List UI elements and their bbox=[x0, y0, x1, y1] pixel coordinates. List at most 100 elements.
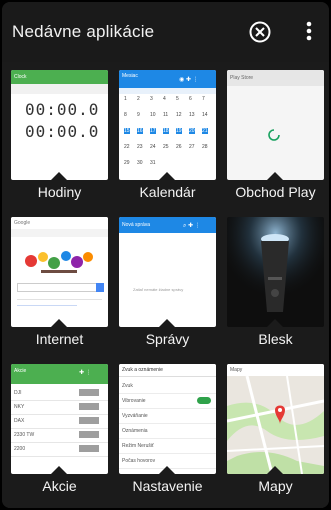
calendar-day: 14 bbox=[202, 112, 208, 118]
app-label: Nastavenie bbox=[132, 478, 203, 494]
stock-symbol: 2200 bbox=[14, 446, 26, 452]
empty-messages-text: Zatiaľ nemáte žiadne správy bbox=[133, 287, 184, 292]
stock-row: DAX bbox=[11, 414, 108, 429]
card-notch bbox=[51, 466, 67, 474]
app-label: Akcie bbox=[42, 478, 77, 494]
calendar-day: 11 bbox=[163, 112, 169, 118]
stock-row: 2330 TW bbox=[11, 428, 108, 443]
app-card-spravy[interactable]: Nová správa ⌕ ✚ ⋮ Zatiaľ nemáte žiadne s… bbox=[119, 217, 216, 359]
app-card-nastavenie[interactable]: Zvuk a oznámenie Zvuk Vibrovanie Vyzváňani… bbox=[119, 364, 216, 506]
settings-row-label: Vyzváňanie bbox=[122, 413, 148, 419]
settings-row-label: Oznámenia bbox=[122, 428, 148, 434]
calendar-day: 29 bbox=[124, 160, 130, 166]
calendar-grid: 1 2 3 4 5 6 7 8 9 10 11 12 13 14 15 16 17 18 19 20 21 22 23 24 2… bbox=[119, 96, 216, 180]
calendar-day: 1 bbox=[124, 96, 127, 102]
card-notch bbox=[267, 466, 283, 474]
calendar-day: 10 bbox=[150, 112, 156, 118]
thumb-app-bar: Mesiac ◉ ✚ ⋮ bbox=[119, 70, 216, 88]
card-notch bbox=[267, 172, 283, 180]
app-thumbnail: Google bbox=[11, 217, 108, 327]
app-card-internet[interactable]: Google Internet bbox=[11, 217, 108, 359]
flashlight-icon bbox=[227, 217, 324, 327]
stopwatch-time: 00:00.0 bbox=[25, 100, 100, 119]
calendar-day: 17 bbox=[150, 128, 156, 134]
app-card-hodiny[interactable]: Clock 00:00.0 00:00.0 Hodiny bbox=[11, 70, 108, 212]
calendar-day: 26 bbox=[176, 144, 182, 150]
calendar-day: 8 bbox=[124, 112, 127, 118]
calendar-day: 12 bbox=[176, 112, 182, 118]
stock-symbol: 2330 TW bbox=[14, 432, 35, 438]
stock-list: DJI NKY DAX 2330 TW 2200 bbox=[11, 386, 108, 474]
calendar-day: 4 bbox=[163, 96, 166, 102]
calendar-day: 19 bbox=[176, 128, 182, 134]
settings-row-label: Zvuk bbox=[122, 383, 133, 389]
thumb-bar-title: Akcie bbox=[14, 368, 27, 374]
calendar-day: 20 bbox=[189, 128, 195, 134]
app-card-akcie[interactable]: Akcie ✚ ⋮ DJI NKY DAX 2330 TW 2200 Akcie bbox=[11, 364, 108, 506]
stock-row: DJI bbox=[11, 386, 108, 401]
close-circle-icon bbox=[249, 21, 271, 43]
app-card-kalendar[interactable]: Mesiac ◉ ✚ ⋮ 1 2 3 4 5 6 7 8 9 10 11 12 13 14 15 16 17 18… bbox=[119, 70, 216, 212]
stock-row: 2200 bbox=[11, 442, 108, 457]
calendar-day: 31 bbox=[150, 160, 156, 166]
calendar-day: 2 bbox=[137, 96, 140, 102]
app-label: Kalendár bbox=[139, 184, 196, 200]
more-vert-icon bbox=[306, 21, 312, 41]
app-thumbnail: Nová správa ⌕ ✚ ⋮ Zatiaľ nemáte žiadne s… bbox=[119, 217, 216, 327]
settings-row-label: Počas hovorov bbox=[122, 458, 156, 464]
search-field bbox=[17, 283, 97, 292]
app-label: Blesk bbox=[258, 331, 293, 347]
app-label: Mapy bbox=[258, 478, 293, 494]
app-label: Internet bbox=[35, 331, 84, 347]
more-options-button[interactable] bbox=[302, 18, 316, 44]
thumb-tabs bbox=[11, 84, 108, 94]
close-all-button[interactable] bbox=[248, 20, 272, 44]
browser-tabs bbox=[11, 229, 108, 237]
thumb-bar-icons: ⌕ ✚ ⋮ bbox=[183, 223, 201, 229]
recent-apps-screen: Nedávne aplikácie Clock 00:00.0 00:00.0 … bbox=[2, 2, 329, 508]
search-icon bbox=[96, 283, 104, 292]
settings-row-label: Vibrovanie bbox=[122, 398, 146, 404]
card-notch bbox=[267, 319, 283, 327]
stock-change-chip bbox=[79, 389, 99, 396]
stock-symbol: NKY bbox=[14, 404, 25, 410]
app-card-mapy[interactable]: Mapy Mapy bbox=[227, 364, 324, 506]
thumb-bar-title: Play Store bbox=[230, 75, 254, 81]
card-notch bbox=[159, 319, 175, 327]
app-thumbnail: Mesiac ◉ ✚ ⋮ 1 2 3 4 5 6 7 8 9 10 11 12 13 14 15 16 17 18… bbox=[119, 70, 216, 180]
calendar-day: 22 bbox=[124, 144, 130, 150]
app-card-obchod-play[interactable]: Play Store Obchod Play bbox=[227, 70, 324, 212]
app-thumbnail: Mapy bbox=[227, 364, 324, 474]
thumb-app-bar: Nová správa ⌕ ✚ ⋮ bbox=[119, 217, 216, 233]
thumb-app-bar: Akcie ✚ ⋮ bbox=[11, 364, 108, 384]
settings-row: Oznámenia bbox=[119, 423, 216, 439]
settings-list: Zvuk Vibrovanie Vyzváňanie Oznámenia Režim N… bbox=[119, 378, 216, 474]
stopwatch-time: 00:00.0 bbox=[25, 122, 100, 141]
thumb-bar-title: Mapy bbox=[230, 367, 243, 373]
thumb-bar-icons: ◉ ✚ ⋮ bbox=[179, 77, 199, 83]
thumb-app-bar: Zvuk a oznámenie bbox=[119, 364, 216, 377]
thumb-bar-title: Zvuk a oznámenie bbox=[122, 367, 163, 373]
map-view bbox=[227, 376, 324, 474]
calendar-day: 27 bbox=[189, 144, 195, 150]
calendar-day: 21 bbox=[202, 128, 208, 134]
app-label: Hodiny bbox=[37, 184, 82, 200]
toggle-switch bbox=[197, 397, 211, 404]
card-notch bbox=[51, 319, 67, 327]
calendar-day: 5 bbox=[176, 96, 179, 102]
thumb-bar-title: Nová správa bbox=[122, 222, 151, 228]
thumb-bar-title: Google bbox=[14, 220, 31, 226]
app-thumbnail bbox=[227, 217, 324, 327]
calendar-day: 13 bbox=[189, 112, 195, 118]
thumb-app-bar: Clock bbox=[11, 70, 108, 84]
calendar-day: 3 bbox=[150, 96, 153, 102]
card-notch bbox=[159, 466, 175, 474]
stock-change-chip bbox=[79, 431, 99, 438]
stock-row: NKY bbox=[11, 400, 108, 415]
page-title: Nedávne aplikácie bbox=[12, 22, 155, 41]
stock-change-chip bbox=[79, 403, 99, 410]
app-card-blesk[interactable]: Blesk bbox=[227, 217, 324, 359]
calendar-day: 18 bbox=[163, 128, 169, 134]
stock-symbol: DJI bbox=[14, 390, 22, 396]
calendar-day: 24 bbox=[150, 144, 156, 150]
